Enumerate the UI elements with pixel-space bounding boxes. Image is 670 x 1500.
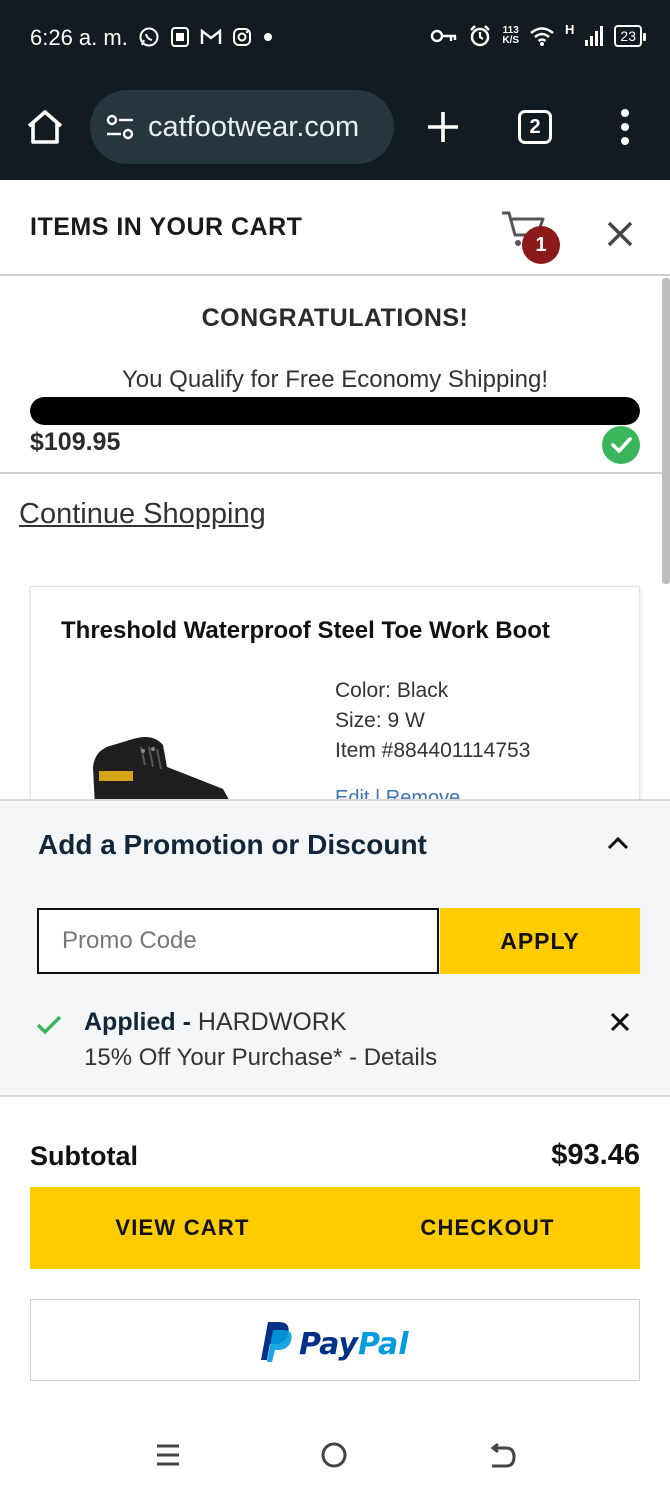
cart-count-badge: 1 [522, 226, 560, 264]
address-bar[interactable]: catfootwear.com [90, 90, 394, 164]
back-icon[interactable] [488, 1442, 516, 1470]
status-time: 6:26 a. m. [30, 25, 128, 50]
shipping-progress-fill [30, 397, 640, 425]
cart-item-card: Threshold Waterproof Steel Toe Work Boot… [30, 586, 640, 800]
free-shipping-panel: CONGRATULATIONS! You Qualify for Free Ec… [0, 276, 670, 474]
new-tab-icon[interactable] [420, 104, 466, 150]
promo-code-input[interactable] [37, 908, 439, 974]
check-circle-icon [602, 426, 640, 464]
subtotal-label: Subtotal [30, 1141, 138, 1171]
paypal-button[interactable]: PayPal [30, 1299, 640, 1381]
product-item-number: Item #884401114753 [335, 739, 531, 762]
promotion-panel: Add a Promotion or Discount APPLY Applie… [0, 799, 670, 1097]
wifi-icon [530, 27, 554, 46]
cart-scrollbar[interactable] [662, 278, 670, 584]
instagram-icon [233, 28, 251, 46]
product-name[interactable]: Threshold Waterproof Steel Toe Work Boot [61, 617, 550, 645]
more-options-icon[interactable] [612, 104, 638, 150]
cart-action-bar: VIEW CART CHECKOUT [30, 1187, 640, 1269]
checkout-button[interactable]: CHECKOUT [335, 1187, 640, 1269]
free-shipping-message: You Qualify for Free Economy Shipping! [121, 366, 548, 393]
subtotal-value: $93.46 [551, 1139, 640, 1171]
promo-heading[interactable]: Add a Promotion or Discount [38, 829, 427, 861]
boot-image[interactable] [83, 727, 253, 800]
key-icon [431, 29, 457, 43]
tab-switcher-button[interactable]: 2 [518, 110, 552, 144]
signal-icon [585, 26, 604, 46]
congrats-heading: CONGRATULATIONS! [201, 304, 469, 332]
tab-count: 2 [529, 116, 541, 138]
applied-promo-code: HARDWORK [197, 1008, 347, 1036]
system-icons: 113 K/S H 23 [430, 22, 646, 48]
notification-icons [138, 26, 274, 48]
remove-promo-icon[interactable] [609, 1011, 631, 1033]
nav-home-icon[interactable] [320, 1441, 348, 1469]
view-cart-button[interactable]: VIEW CART [30, 1187, 335, 1269]
product-color: Color: Black [335, 679, 449, 702]
cart-header: ITEMS IN YOUR CART 1 [0, 180, 670, 276]
apply-button[interactable]: APPLY [440, 908, 640, 974]
network-type: H [565, 22, 575, 37]
close-icon[interactable] [604, 218, 636, 250]
cart-title: ITEMS IN YOUR CART [30, 213, 303, 241]
browser-toolbar: catfootwear.com 2 [0, 76, 670, 180]
dot-icon [264, 33, 272, 41]
shipping-threshold-amount: $109.95 [30, 428, 121, 456]
battery-level: 23 [620, 28, 636, 44]
paypal-wordmark-pal: Pal [358, 1327, 409, 1362]
applied-separator: - [175, 1008, 198, 1036]
check-icon [36, 1015, 62, 1035]
status-bar: 6:26 a. m. 113 K/S H 23 [0, 0, 670, 76]
home-icon[interactable] [22, 104, 68, 150]
recent-apps-icon[interactable] [155, 1441, 181, 1469]
svg-text:PayPal: PayPal [299, 1327, 409, 1362]
sim-icon [171, 27, 189, 47]
battery-icon: 23 [614, 25, 646, 47]
site-settings-icon[interactable] [104, 111, 136, 143]
product-size: Size: 9 W [335, 709, 425, 732]
whatsapp-icon [139, 27, 159, 47]
paypal-logo: PayPal [261, 1322, 409, 1362]
net-speed: 113 K/S [502, 26, 519, 46]
net-speed-unit: K/S [502, 35, 520, 46]
chevron-up-icon[interactable] [606, 835, 630, 851]
continue-shopping-link[interactable]: Continue Shopping [19, 498, 266, 531]
applied-promo-line: Applied - HARDWORK [84, 1008, 347, 1037]
applied-label: Applied [84, 1008, 176, 1036]
url-text[interactable]: catfootwear.com [148, 111, 380, 144]
alarm-icon [470, 25, 491, 47]
paypal-wordmark-pay: Pay [299, 1327, 359, 1362]
promo-details[interactable]: 15% Off Your Purchase* - Details [84, 1044, 437, 1072]
gmail-icon [200, 28, 222, 44]
shipping-progress-bar [30, 397, 640, 425]
